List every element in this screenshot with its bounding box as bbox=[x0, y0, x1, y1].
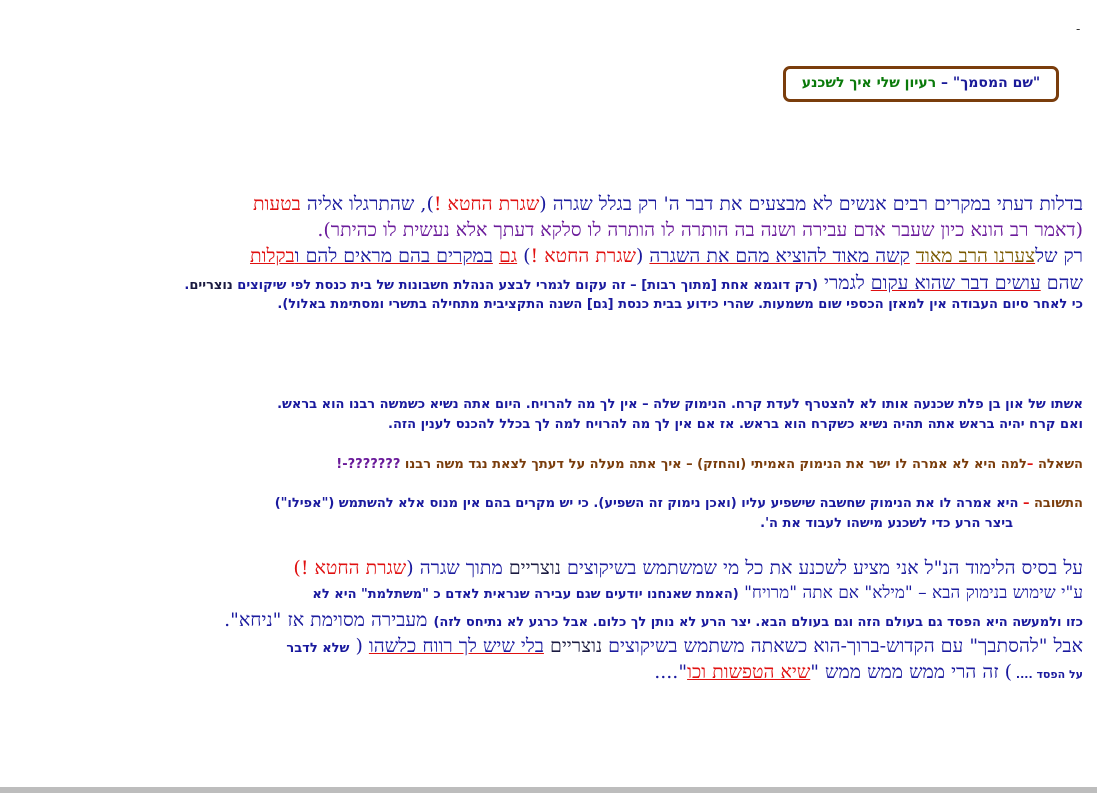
truth-note-cont: כזו ולמעשה היא הפסד גם בעולם הזה וגם בעו… bbox=[433, 615, 1083, 630]
regret-phrase: צערנו הרב מאוד bbox=[915, 245, 1036, 267]
also-word: גם bbox=[498, 245, 518, 267]
about-loss: על הפסד .... bbox=[1012, 668, 1083, 681]
dash: – bbox=[1026, 457, 1038, 472]
intro-text: לגמרי bbox=[817, 272, 871, 294]
conclusion-text: ) זה הרי ממש ממש ממש " bbox=[810, 661, 1013, 683]
cases-shown: במקרים בהם מראים להם ו bbox=[294, 245, 493, 267]
christian-word: נוצריים bbox=[508, 557, 561, 579]
question-marks: ???????-! bbox=[336, 457, 401, 472]
christian-word: נוצריים bbox=[549, 635, 603, 657]
intro-line-1: בדלות דעתי במקרים רבים אנשים לא מבצעים א… bbox=[253, 193, 1083, 216]
hard-to-remove: קשה מאוד להוציא מהם את השגרה bbox=[649, 245, 910, 267]
intro-text: שהם bbox=[1040, 272, 1083, 294]
story-line-1: אשתו של און בן פלת שכנעה אותו לא להצטרף … bbox=[277, 397, 1083, 412]
conclusion-text: אבל "להסתבך" עם הקדוש-ברוך-הוא כשאתה משת… bbox=[602, 635, 1083, 657]
conclusion-text: מתוך שגרה ( bbox=[406, 557, 509, 579]
document-name: "שם המסמך" bbox=[952, 75, 1041, 91]
christian-word: נוצריים bbox=[189, 278, 233, 293]
easily-word: בקלות bbox=[250, 245, 295, 267]
question-text: למה היא לא אמרה לו ישר את הנימוק האמיתי … bbox=[400, 457, 1027, 472]
paren: ( bbox=[349, 635, 369, 657]
top-mark: - bbox=[1076, 22, 1081, 36]
dash: – bbox=[1018, 496, 1034, 511]
document-title: "שם המסמך" – רעיון שלי איך לשכנע bbox=[786, 75, 1056, 91]
title-dash: – bbox=[936, 75, 953, 91]
conclusion-line-4: אבל "להסתבך" עם הקדוש-ברוך-הוא כשאתה משת… bbox=[286, 635, 1083, 658]
paren: ) bbox=[517, 245, 531, 267]
example-note-cont: כי לאחר סיום העבודה אין למאזן הכספי שום … bbox=[277, 297, 1083, 312]
conclusion-line-1: על בסיס הלימוד הנ"ל אני מציע לשכנע את כל… bbox=[293, 557, 1083, 580]
routine-of-sin: שגרת החטא ! bbox=[433, 193, 540, 215]
window-bottom-scrollbar[interactable] bbox=[0, 787, 1097, 793]
document-subtitle: רעיון שלי איך לשכנע bbox=[801, 75, 937, 91]
question-line: השאלה –למה היא לא אמרה לו ישר את הנימוק … bbox=[336, 457, 1083, 472]
conclusion-text: על בסיס הלימוד הנ"ל אני מציע לשכנע את כל… bbox=[560, 557, 1083, 579]
conclusion-line-2: ע"י שימוש בנימוק הבא – "מילא" אם אתה "מר… bbox=[312, 583, 1083, 603]
story-line-2: ואם קרח יהיה בראש אתה תהיה נשיא כשקרח הו… bbox=[388, 417, 1083, 432]
conclusion-line-3: כזו ולמעשה היא הפסד גם בעולם הזה וגם בעו… bbox=[224, 609, 1083, 632]
routine-of-sin: שגרת החטא ! bbox=[530, 245, 636, 267]
intro-line-3: רק שלצערנו הרב מאוד קשה מאוד להוציא מהם … bbox=[250, 245, 1083, 268]
exclaim: !) bbox=[293, 557, 315, 579]
conclusion-line-5: על הפסד .... ) זה הרי ממש ממש ממש "שיא ה… bbox=[654, 661, 1083, 684]
answer-line-1: התשובה – היא אמרה לו את הנימוק שחשבה שיש… bbox=[275, 496, 1083, 511]
by-mistake: בטעות bbox=[252, 193, 301, 215]
document-title-box: "שם המסמך" – רעיון שלי איך לשכנע bbox=[783, 66, 1059, 102]
truth-note: (האמת שאנחנו יודעים שגם עבירה שנראית לאד… bbox=[312, 587, 739, 602]
routine-of-sin: שגרת החטא bbox=[314, 557, 407, 579]
example-note: (רק דוגמא אחת [מתוך רבות] – זה עקום לגמר… bbox=[232, 278, 818, 293]
intro-line-5: כי לאחר סיום העבודה אין למאזן הכספי שום … bbox=[277, 297, 1083, 312]
quote-end: ".... bbox=[654, 661, 688, 683]
intro-text: רק של bbox=[1035, 245, 1083, 267]
talmud-quote: (דאמר רב הונא כיון שעבר אדם עבירה ושנה ב… bbox=[317, 219, 1083, 241]
without-profit: בלי שיש לך רווח כלשהו bbox=[368, 635, 544, 657]
not-to-mention: שלא לדבר bbox=[286, 641, 350, 656]
crooked-thing: עושים דבר שהוא עקום bbox=[870, 272, 1041, 294]
paren: ( bbox=[635, 245, 650, 267]
height-of-foolishness: שיא הטפשות וכו bbox=[687, 661, 811, 683]
intro-text: ), שהתרגלו אליה bbox=[300, 193, 434, 215]
answer-label: התשובה bbox=[1034, 496, 1083, 511]
answer-text: היא אמרה לו את הנימוק שחשבה שישפיע עליו … bbox=[274, 496, 1019, 511]
intro-line-4: שהם עושים דבר שהוא עקום לגמרי (רק דוגמא … bbox=[184, 272, 1083, 295]
intro-text: בדלות דעתי במקרים רבים אנשים לא מבצעים א… bbox=[539, 193, 1083, 215]
question-label: השאלה bbox=[1037, 457, 1083, 472]
conclusion-text: ע"י שימוש בנימוק הבא – "מילא" אם אתה "מר… bbox=[738, 583, 1083, 603]
intro-line-2: (דאמר רב הונא כיון שעבר אדם עבירה ושנה ב… bbox=[317, 219, 1083, 242]
conclusion-text: מעבירה מסוימת אז "ניחא". bbox=[224, 609, 434, 631]
answer-line-2: ביצר הרע כדי לשכנע מישהו לעבוד את ה'. bbox=[760, 516, 1013, 531]
